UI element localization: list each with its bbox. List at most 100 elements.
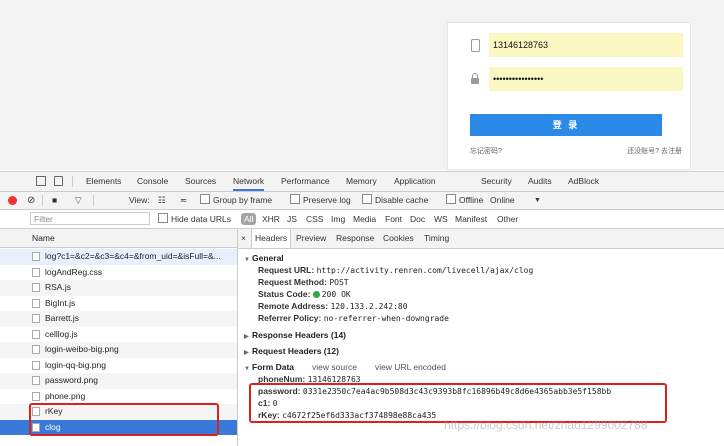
tab-memory[interactable]: Memory xyxy=(346,172,377,191)
filter-xhr[interactable]: XHR xyxy=(262,210,280,228)
expand-down-icon: ▼ xyxy=(244,257,250,263)
status-label: Status Code: xyxy=(258,289,311,299)
group-by-frame-label: Group by frame xyxy=(213,195,273,205)
name-column-header[interactable]: Name xyxy=(0,229,237,248)
tab-audits[interactable]: Audits xyxy=(528,172,552,191)
phone-icon xyxy=(470,38,480,52)
filter-all[interactable]: All xyxy=(241,210,257,228)
request-headers-title: Request Headers (12) xyxy=(252,346,339,356)
highlight-box xyxy=(249,383,667,423)
filter-manifest[interactable]: Manifest xyxy=(455,210,487,228)
view-url-encoded-link[interactable]: view URL encoded xyxy=(375,362,446,372)
list-item[interactable]: log?c1=&c2=&c3=&c4=&from_uid=&isFull=&..… xyxy=(0,249,237,265)
list-item-label: Barrett.js xyxy=(45,313,80,323)
tab-elements[interactable]: Elements xyxy=(86,172,121,191)
clear-icon[interactable]: ⊘ xyxy=(27,192,35,209)
forgot-password-link[interactable]: 忘记密码? xyxy=(470,146,502,156)
lock-icon xyxy=(470,72,480,86)
highlight-box xyxy=(29,403,219,436)
disable-cache[interactable]: Disable cache xyxy=(362,192,428,209)
register-link[interactable]: 还没账号? 去注册 xyxy=(627,146,682,156)
preserve-log[interactable]: Preserve log xyxy=(290,192,351,209)
list-item-label: log?c1=&c2=&c3=&c4=&from_uid=&isFull=&..… xyxy=(45,251,221,261)
status-row: Status Code: 200 OK xyxy=(258,289,351,299)
tab-sources[interactable]: Sources xyxy=(185,172,216,191)
list-item[interactable]: Barrett.js xyxy=(0,311,237,327)
request-url-row: Request URL: http://activity.renren.com/… xyxy=(258,265,533,275)
tab-application[interactable]: Application xyxy=(394,172,436,191)
phone-input[interactable]: 13146128763 xyxy=(489,33,683,57)
list-item-label: celllog.js xyxy=(45,328,78,339)
overview-icon[interactable]: ≂ xyxy=(180,192,187,209)
password-input[interactable]: •••••••••••••••• xyxy=(489,67,683,91)
record-icon[interactable] xyxy=(8,196,17,205)
view-source-link[interactable]: view source xyxy=(312,362,357,372)
filter-ws[interactable]: WS xyxy=(434,210,448,228)
close-icon[interactable]: × xyxy=(241,229,246,248)
list-item[interactable]: login-weibo-big.png xyxy=(0,342,237,358)
list-item[interactable]: BigInt.js xyxy=(0,296,237,312)
remote-row: Remote Address: 120.133.2.242:80 xyxy=(258,301,408,311)
list-item[interactable]: RSA.js xyxy=(0,280,237,296)
filter-input[interactable]: Filter xyxy=(30,212,150,225)
list-item[interactable]: phone.png xyxy=(0,389,237,405)
general-section[interactable]: ▼ General xyxy=(244,253,284,263)
request-url-value: http://activity.renren.com/livecell/ajax… xyxy=(316,266,534,275)
list-item-label: login-qq-big.png xyxy=(45,359,106,370)
filter-img[interactable]: Img xyxy=(331,210,345,228)
list-item-label: BigInt.js xyxy=(45,297,76,308)
group-by-frame[interactable]: Group by frame xyxy=(200,192,272,209)
throttle-select[interactable]: Online xyxy=(490,192,515,209)
filter-media[interactable]: Media xyxy=(353,210,376,228)
list-item[interactable]: logAndReg.css xyxy=(0,265,237,281)
hide-data-urls-label: Hide data URLs xyxy=(171,214,232,224)
list-item-label: login-weibo-big.png xyxy=(45,344,119,354)
filter-all-label: All xyxy=(241,213,257,225)
referrer-value: no-referrer-when-downgrade xyxy=(323,314,449,323)
filter-css[interactable]: CSS xyxy=(306,210,323,228)
tab-security[interactable]: Security xyxy=(481,172,512,191)
tab-performance[interactable]: Performance xyxy=(281,172,330,191)
watermark: https://blog.csdn.net/zhao1299002788 xyxy=(444,418,648,432)
disable-cache-label: Disable cache xyxy=(375,195,429,205)
filter-doc[interactable]: Doc xyxy=(410,210,425,228)
network-toolbar: ⊘ ■ ▽ View: ☷ ≂ Group by frame Preserve … xyxy=(0,192,724,210)
list-item[interactable]: password.png xyxy=(0,373,237,389)
tab-network[interactable]: Network xyxy=(233,172,265,191)
hide-data-urls[interactable]: Hide data URLs xyxy=(158,210,231,228)
large-rows-icon[interactable]: ☷ xyxy=(158,192,166,209)
tab-console[interactable]: Console xyxy=(137,172,168,191)
request-headers-section[interactable]: ▶ Request Headers (12) xyxy=(244,346,339,356)
status-dot-icon xyxy=(312,291,320,298)
device-toolbar-icon[interactable] xyxy=(54,176,63,186)
view-label: View: xyxy=(129,195,150,205)
filter-font[interactable]: Font xyxy=(385,210,402,228)
tab-timing[interactable]: Timing xyxy=(424,229,449,248)
list-item[interactable]: login-qq-big.png xyxy=(0,358,237,374)
form-data-section[interactable]: ▼ Form Data view source view URL encoded xyxy=(244,362,446,372)
tab-adblock[interactable]: AdBlock xyxy=(568,172,599,191)
camera-icon[interactable]: ■ xyxy=(52,192,57,209)
inspect-icon[interactable] xyxy=(36,176,46,186)
list-item[interactable]: celllog.js xyxy=(0,327,237,343)
login-button[interactable]: 登 录 xyxy=(470,114,662,136)
detail-tabbar: × Headers Preview Response Cookies Timin… xyxy=(238,229,724,249)
tab-headers[interactable]: Headers xyxy=(251,229,292,248)
offline[interactable]: Offline xyxy=(446,192,483,209)
expand-right-icon: ▶ xyxy=(244,350,249,356)
tab-response[interactable]: Response xyxy=(336,229,374,248)
throttle-dropdown-icon[interactable]: ▼ xyxy=(534,192,541,209)
expand-right-icon: ▶ xyxy=(244,334,249,340)
referrer-row: Referrer Policy: no-referrer-when-downgr… xyxy=(258,313,449,323)
filter-other[interactable]: Other xyxy=(497,210,518,228)
general-title: General xyxy=(252,253,284,263)
list-item-label: password.png xyxy=(45,375,98,385)
list-item-label: logAndReg.css xyxy=(45,266,103,277)
response-headers-section[interactable]: ▶ Response Headers (14) xyxy=(244,330,346,340)
method-row: Request Method: POST xyxy=(258,277,349,287)
offline-label: Offline xyxy=(459,195,484,205)
tab-cookies[interactable]: Cookies xyxy=(383,229,414,248)
tab-preview[interactable]: Preview xyxy=(296,229,326,248)
filter-icon[interactable]: ▽ xyxy=(75,192,82,209)
filter-js[interactable]: JS xyxy=(287,210,297,228)
